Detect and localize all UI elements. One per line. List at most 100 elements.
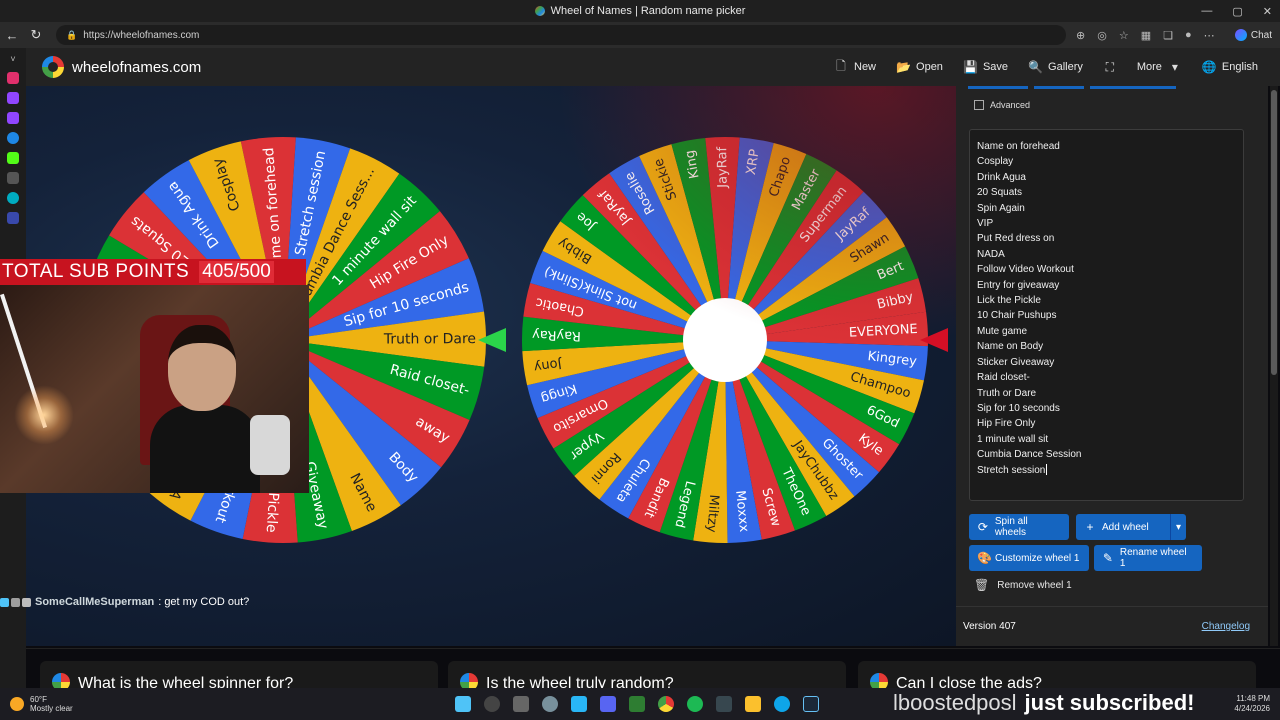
entry-line: Cosplay xyxy=(977,156,1014,168)
language-button[interactable]: 🌐 English xyxy=(1194,52,1266,82)
temperature: 60°F xyxy=(30,695,47,704)
wheel-label: Bibby xyxy=(555,234,594,266)
address-bar[interactable]: 🔒 https://wheelofnames.com xyxy=(56,25,1066,45)
fullscreen-button[interactable]: ⛶ xyxy=(1095,52,1125,82)
subscriber-alert: lboostedposl just subscribed! xyxy=(893,690,1194,716)
scrollbar-thumb[interactable] xyxy=(1271,90,1277,375)
spotify-icon[interactable] xyxy=(687,696,703,712)
instagram-icon[interactable] xyxy=(7,72,19,84)
back-icon[interactable]: ← xyxy=(0,28,24,43)
wheel-slice xyxy=(725,154,837,340)
twitch-icon[interactable] xyxy=(7,92,19,104)
tab-results[interactable] xyxy=(1034,86,1084,89)
settings-icon[interactable] xyxy=(542,696,558,712)
site-logo[interactable] xyxy=(42,56,64,78)
subscriber-message: just subscribed! xyxy=(1024,690,1195,715)
zoom-icon[interactable]: ⊕ xyxy=(1076,29,1085,42)
wheel-2[interactable]: EVERYONE Kingrey Champoo 6God Kyle Ghoster Jay… xyxy=(520,135,956,545)
wheel-label: Pickle xyxy=(263,492,282,533)
extensions-icon[interactable]: ▦ xyxy=(1141,29,1151,42)
wheel-label: not Slink(Slink) xyxy=(542,263,639,312)
task-view-icon[interactable] xyxy=(513,696,529,712)
mod-icon xyxy=(11,597,20,607)
entry-line: Put Red dress on xyxy=(977,233,1055,245)
customize-wheel-button[interactable]: 🎨 Customize wheel 1 xyxy=(969,545,1089,571)
entry-line: Sticker Giveaway xyxy=(977,356,1055,368)
entry-line: 20 Squats xyxy=(977,187,1023,199)
wheel-slice xyxy=(725,191,887,340)
search-icon[interactable] xyxy=(484,696,500,712)
wheel-label: Superman xyxy=(797,184,850,246)
add-wheel-dropdown[interactable]: ▾ xyxy=(1170,514,1186,540)
terminal-icon[interactable] xyxy=(629,696,645,712)
entry-line: Raid closet- xyxy=(977,372,1030,384)
twitch-icon[interactable] xyxy=(7,112,19,124)
tab-entries[interactable] xyxy=(968,86,1028,89)
clock-date: 4/24/2026 xyxy=(1234,704,1270,713)
wheel-label: Chapo xyxy=(767,155,795,199)
advanced-checkbox[interactable] xyxy=(974,100,984,110)
menu-save-button[interactable]: 💾 Save xyxy=(955,52,1016,82)
entry-line: Stretch session xyxy=(977,463,1243,478)
edge-icon[interactable] xyxy=(7,132,19,144)
changelog-link[interactable]: Changelog xyxy=(1202,621,1250,632)
menu-new-button[interactable]: 🗋 New xyxy=(826,52,884,82)
favorite-icon[interactable]: ☆ xyxy=(1119,29,1129,42)
discord-icon[interactable] xyxy=(600,696,616,712)
wheel-slice xyxy=(671,137,725,340)
kick-icon[interactable] xyxy=(7,152,19,164)
maximize-icon[interactable]: ▢ xyxy=(1232,5,1242,18)
sidebar-collapse-icon[interactable]: ˅ xyxy=(10,54,15,64)
close-icon[interactable]: ✕ xyxy=(1263,5,1272,18)
webcam-overlay xyxy=(0,285,309,493)
spin-all-button[interactable]: ⟳ Spin all wheels xyxy=(969,514,1069,540)
tab-extra[interactable] xyxy=(1090,86,1176,89)
site-menu: 🗋 New 📂 Open 💾 Save 🔍 Gallery ⛶ More ▾ 🌐 Engli… xyxy=(826,52,1266,82)
app-icon[interactable] xyxy=(7,212,19,224)
windows-start-icon[interactable] xyxy=(455,696,471,712)
menu-gallery-button[interactable]: 🔍 Gallery xyxy=(1020,52,1091,82)
wheel-hub[interactable] xyxy=(683,298,767,382)
file-explorer-icon[interactable] xyxy=(745,696,761,712)
menu-dots-icon[interactable]: ⋯ xyxy=(1204,29,1215,42)
weather-widget[interactable]: 60°F Mostly clear xyxy=(10,695,73,713)
version-label: Version 407 xyxy=(963,621,1016,632)
wheel-slice xyxy=(725,278,927,340)
reload-icon[interactable]: ↻ xyxy=(24,27,48,43)
collections-icon[interactable]: ❏ xyxy=(1163,29,1173,42)
page-scrollbar[interactable] xyxy=(1270,86,1278,646)
panel-tabs xyxy=(968,86,1178,89)
points-value: 405/500 xyxy=(199,261,274,283)
wheel-label: EVERYONE xyxy=(848,322,918,341)
site-name[interactable]: wheelofnames.com xyxy=(72,59,201,76)
entry-line: 10 Chair Pushups xyxy=(977,310,1057,322)
wheel-svg[interactable]: EVERYONEKingreyChampoo6GodKyleGhosterJay… xyxy=(520,135,956,545)
browser-toolbar: ← ↻ 🔒 https://wheelofnames.com ⊕ ◎ ☆ ▦ ❏… xyxy=(0,22,1280,48)
menu-open-button[interactable]: 📂 Open xyxy=(888,52,951,82)
app-icon[interactable] xyxy=(571,696,587,712)
app-icon[interactable] xyxy=(716,696,732,712)
steam-icon[interactable] xyxy=(803,696,819,712)
edge-icon[interactable] xyxy=(774,696,790,712)
advanced-toggle[interactable]: Advanced xyxy=(974,100,1030,110)
entries-textarea[interactable]: Name on forehead Cosplay Drink Agua 20 Squa… xyxy=(969,129,1244,501)
profile-avatar[interactable]: ● xyxy=(1185,29,1192,41)
minimize-icon[interactable]: — xyxy=(1201,5,1212,17)
copilot-chat-button[interactable]: Chat xyxy=(1234,29,1272,41)
remove-wheel-button[interactable]: 🗑 Remove wheel 1 xyxy=(974,578,1072,592)
wheel-label: Bert xyxy=(875,259,906,283)
panel-footer: Version 407 Changelog xyxy=(956,606,1268,646)
app-icon[interactable] xyxy=(7,192,19,204)
chrome-icon[interactable] xyxy=(658,696,674,712)
chat-label: Chat xyxy=(1250,29,1272,41)
add-wheel-button[interactable]: + Add wheel xyxy=(1076,514,1170,540)
menu-label: More xyxy=(1136,61,1162,73)
menu-more-button[interactable]: More ▾ xyxy=(1129,52,1190,82)
palette-icon: 🎨 xyxy=(977,551,992,565)
speaker-icon[interactable] xyxy=(7,172,19,184)
read-aloud-icon[interactable]: ◎ xyxy=(1097,29,1107,42)
rename-wheel-button[interactable]: ✎ Rename wheel 1 xyxy=(1094,545,1202,571)
chat-badges xyxy=(0,597,31,607)
entry-line: Follow Video Workout xyxy=(977,264,1074,276)
chat-icon xyxy=(22,597,31,607)
